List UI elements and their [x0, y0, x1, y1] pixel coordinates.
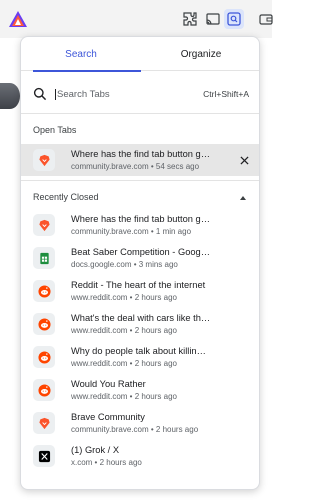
- item-meta: www.reddit.com • 2 hours ago: [71, 326, 177, 335]
- tab-meta: community.brave.com • 54 secs ago: [71, 162, 200, 171]
- item-meta: www.reddit.com • 2 hours ago: [71, 293, 177, 302]
- reddit-favicon-icon: [33, 313, 55, 335]
- recently-closed-item[interactable]: Would You Rather www.reddit.com • 2 hour…: [21, 374, 259, 406]
- item-title: Reddit - The heart of the internet: [71, 280, 206, 290]
- recently-closed-item[interactable]: Where has the find tab button gone? I ..…: [21, 209, 259, 241]
- item-title: Brave Community: [71, 412, 145, 422]
- item-title: What's the deal with cars like this that…: [71, 313, 211, 323]
- item-title: (1) Grok / X: [71, 445, 120, 455]
- collapse-arrow-icon[interactable]: [239, 194, 247, 202]
- item-title: Would You Rather: [71, 379, 146, 389]
- divider: [21, 113, 259, 114]
- item-title: Where has the find tab button gone? I ..…: [71, 214, 211, 224]
- brave-rewards-logo-icon[interactable]: [8, 10, 28, 28]
- open-tab-text: Where has the find tab button go... comm…: [71, 148, 211, 172]
- item-text: (1) Grok / X x.com • 2 hours ago: [71, 444, 211, 468]
- reddit-favicon-icon: [33, 346, 55, 368]
- item-meta: docs.google.com • 3 mins ago: [71, 260, 178, 269]
- wallet-icon[interactable]: [256, 9, 276, 29]
- item-meta: www.reddit.com • 2 hours ago: [71, 392, 177, 401]
- item-text: Where has the find tab button gone? I ..…: [71, 213, 211, 237]
- brave-favicon-icon: [33, 412, 55, 434]
- tab-organize[interactable]: Organize: [141, 37, 259, 71]
- x-favicon-icon: [33, 445, 55, 467]
- item-meta: community.brave.com • 2 hours ago: [71, 425, 199, 434]
- item-text: Brave Community community.brave.com • 2 …: [71, 411, 211, 435]
- item-text: Why do people talk about killing baby...…: [71, 345, 211, 369]
- brave-favicon-icon: [33, 214, 55, 236]
- open-tabs-heading: Open Tabs: [33, 125, 77, 135]
- browser-toolbar: [0, 0, 273, 38]
- recently-closed-item[interactable]: Brave Community community.brave.com • 2 …: [21, 407, 259, 439]
- reddit-favicon-icon: [33, 280, 55, 302]
- recently-closed-item[interactable]: (1) Grok / X x.com • 2 hours ago: [21, 440, 259, 472]
- tab-title: Where has the find tab button go...: [71, 149, 211, 159]
- popup-tabs: Search Organize: [21, 37, 259, 72]
- page-content-left: [0, 38, 20, 500]
- recently-closed-item[interactable]: Beat Saber Competition - Google Sheets d…: [21, 242, 259, 274]
- open-tab-item[interactable]: Where has the find tab button go... comm…: [21, 144, 259, 176]
- search-shortcut-hint: Ctrl+Shift+A: [203, 89, 249, 99]
- search-bar: Ctrl+Shift+A: [21, 79, 259, 109]
- recently-closed-item[interactable]: Reddit - The heart of the internet www.r…: [21, 275, 259, 307]
- item-text: What's the deal with cars like this that…: [71, 312, 211, 336]
- recently-closed-item[interactable]: Why do people talk about killing baby...…: [21, 341, 259, 373]
- item-text: Reddit - The heart of the internet www.r…: [71, 279, 211, 303]
- search-input[interactable]: [55, 88, 204, 100]
- brave-favicon-icon: [33, 149, 55, 171]
- extensions-icon[interactable]: [180, 9, 200, 29]
- recently-closed-item[interactable]: What's the deal with cars like this that…: [21, 308, 259, 340]
- google-sheets-favicon-icon: [33, 247, 55, 269]
- tab-search[interactable]: Search: [21, 37, 141, 72]
- item-meta: www.reddit.com • 2 hours ago: [71, 359, 177, 368]
- item-title: Why do people talk about killing baby...: [71, 346, 211, 356]
- reddit-favicon-icon: [33, 379, 55, 401]
- item-text: Would You Rather www.reddit.com • 2 hour…: [71, 378, 211, 402]
- search-icon: [33, 87, 47, 101]
- recently-closed-heading: Recently Closed: [33, 192, 99, 202]
- close-icon: [239, 155, 249, 165]
- close-tab-button[interactable]: [237, 153, 251, 167]
- avatar: [0, 83, 20, 109]
- page-content-right: [260, 38, 272, 500]
- item-meta: x.com • 2 hours ago: [71, 458, 142, 467]
- item-meta: community.brave.com • 1 min ago: [71, 227, 192, 236]
- item-title: Beat Saber Competition - Google Sheets: [71, 247, 211, 257]
- item-text: Beat Saber Competition - Google Sheets d…: [71, 246, 211, 270]
- cast-icon[interactable]: [203, 9, 223, 29]
- tab-search-icon[interactable]: [224, 9, 244, 29]
- tab-search-popup: Search Organize Ctrl+Shift+A Open Tabs W…: [20, 36, 260, 490]
- divider: [21, 180, 259, 181]
